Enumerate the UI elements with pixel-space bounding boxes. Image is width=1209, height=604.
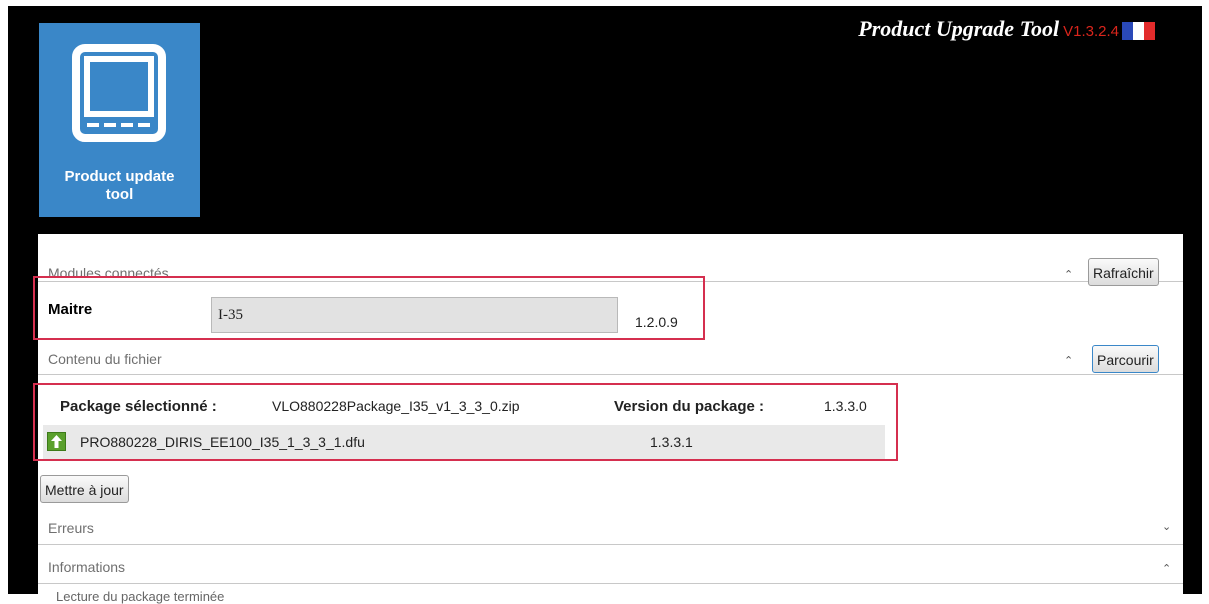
app-title-text: Product Upgrade Tool [858,16,1060,41]
chevron-up-icon[interactable]: ⌃ [1162,562,1171,575]
errors-divider [38,544,1183,545]
chevron-up-icon[interactable]: ⌃ [1064,268,1073,281]
device-icon [72,44,166,142]
app-window: Product update tool Product Upgrade Tool… [0,0,1209,604]
tile-label-line2: tool [105,186,134,203]
info-log-line: Lecture du package terminée [56,589,225,604]
tile-label: Product update tool [39,168,200,204]
chevron-up-icon[interactable]: ⌃ [1064,354,1073,367]
update-button[interactable]: Mettre à jour [40,475,129,503]
master-highlight-box [33,276,705,340]
file-section-title: Contenu du fichier [48,351,162,367]
errors-section-title: Erreurs [48,520,94,536]
package-highlight-box [33,383,898,461]
refresh-button[interactable]: Rafraîchir [1088,258,1159,286]
file-divider [38,374,1183,375]
app-title: Product Upgrade Tool V1.3.2.4 [858,16,1119,42]
info-divider [38,583,1183,584]
chevron-down-icon[interactable]: ⌄ [1162,520,1171,533]
tile-label-line1: Product update [64,168,175,185]
main-panel: Modules connectés ⌃ Rafraîchir Maitre I-… [33,234,1183,604]
product-update-tile[interactable]: Product update tool [39,23,200,217]
info-section-title: Informations [48,559,126,575]
browse-button[interactable]: Parcourir [1092,345,1159,373]
app-version: V1.3.2.4 [1063,23,1119,40]
french-flag-icon[interactable] [1122,22,1155,40]
